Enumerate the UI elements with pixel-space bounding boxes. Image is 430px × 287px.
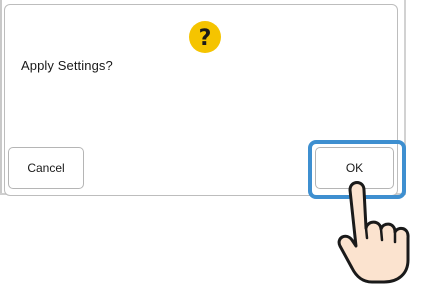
dialog-message: Apply Settings? [21,58,113,73]
question-icon: ? [189,21,221,53]
pointing-hand-icon [337,181,410,284]
screen-edge [0,0,2,195]
svg-text:?: ? [199,26,212,51]
ok-button-label: OK [345,161,364,175]
screen-edge [404,0,406,195]
device-screen: ? Apply Settings? Cancel OK [0,0,430,287]
cancel-button[interactable]: Cancel [8,147,84,189]
cancel-button-label: Cancel [27,161,65,175]
